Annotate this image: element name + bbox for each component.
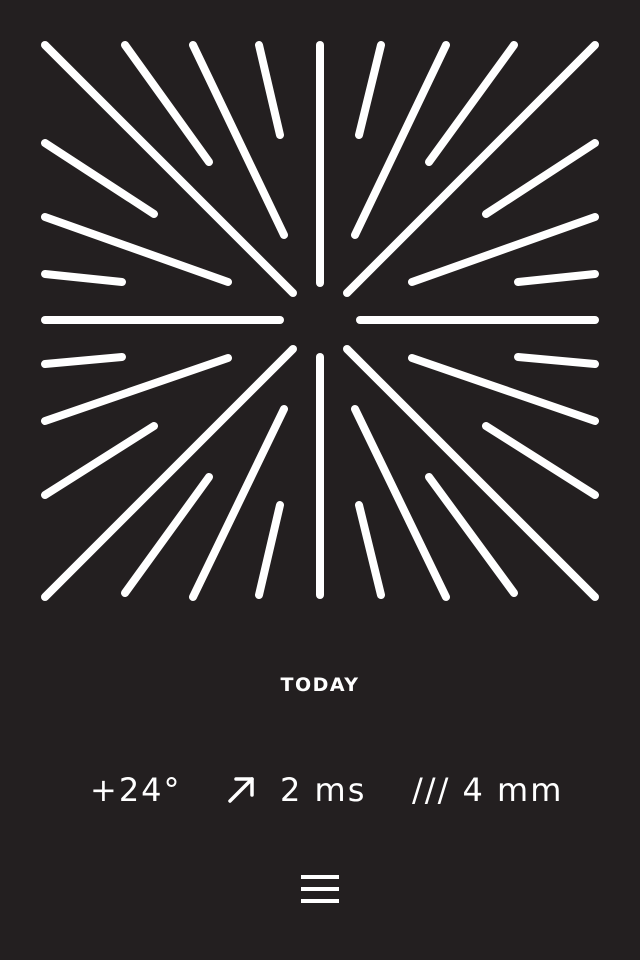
- temperature-value: +24°: [90, 771, 182, 809]
- sun-ray: [121, 473, 213, 597]
- sun-ray: [482, 139, 599, 218]
- sun-ray: [121, 41, 213, 166]
- sun-ray: [41, 354, 232, 425]
- hamburger-menu-icon[interactable]: [300, 872, 340, 906]
- sun-ray: [255, 41, 284, 139]
- wind-stat: 2 ms: [226, 770, 366, 810]
- sun-ray: [514, 270, 599, 286]
- sun-ray: [41, 353, 126, 368]
- sun-ray: [41, 422, 158, 499]
- arrow-up-right-icon: [228, 777, 254, 803]
- day-label: TODAY: [280, 674, 360, 696]
- sun-ray: [41, 213, 232, 286]
- sun-ray: [482, 422, 599, 499]
- menu-bar: [301, 887, 339, 891]
- menu-bar: [301, 899, 339, 903]
- sun-ray: [425, 473, 518, 597]
- precipitation-value: /// 4 mm: [412, 771, 564, 809]
- sun-ray: [355, 501, 385, 599]
- menu-bar: [301, 875, 339, 879]
- sun-ray: [41, 270, 126, 286]
- sun-ray: [514, 353, 599, 368]
- sun-ray: [408, 213, 599, 286]
- sun-ray: [408, 354, 599, 425]
- weather-stats: +24° 2 ms /// 4 mm: [0, 770, 640, 810]
- wind-speed-value: 2 ms: [280, 771, 367, 809]
- sun-ray: [255, 501, 284, 599]
- sunburst-icon: [41, 41, 599, 601]
- sun-ray: [355, 41, 385, 139]
- sun-ray: [41, 139, 158, 218]
